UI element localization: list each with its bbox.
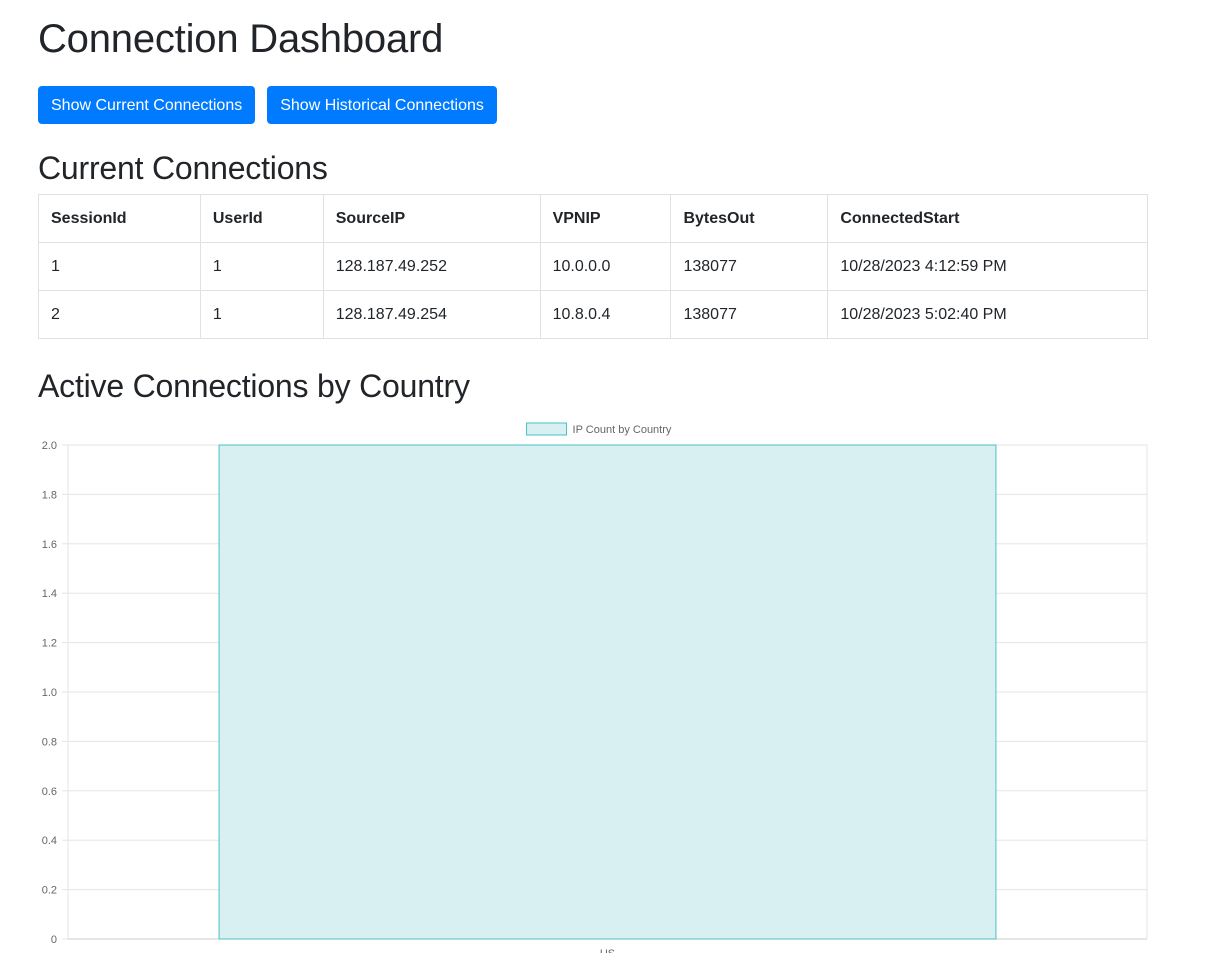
cell-bytesout: 138077 [670,242,829,291]
column-header-connectedstart: ConnectedStart [827,194,1148,243]
cell-sessionid: 2 [38,290,201,339]
cell-vpnip: 10.8.0.4 [539,290,672,339]
current-connections-heading: Current Connections [38,150,328,186]
cell-sourceip: 128.187.49.252 [322,242,541,291]
x-tick-label: US [600,948,615,953]
cell-sourceip: 128.187.49.254 [322,290,541,339]
legend-label: IP Count by Country [573,424,672,436]
column-header-bytesout: BytesOut [670,194,829,243]
cell-connectedstart: 10/28/2023 4:12:59 PM [827,242,1148,291]
bar-us [218,444,997,940]
current-connections-table: SessionId UserId SourceIP VPNIP BytesOut… [38,194,1148,339]
y-tick-label: 1.6 [42,539,57,551]
y-tick-label: 1.4 [42,588,57,600]
chart-canvas: 0 0.2 0.4 0.6 0.8 1.0 1.2 1.4 1.6 1.8 2.0 US IP Coun… [42,422,1148,953]
cell-sessionid: 1 [38,242,201,291]
y-tick-label: 0.2 [42,885,57,897]
cell-userid: 1 [199,242,324,291]
dashboard-page: Connection Dashboard Show Current Connec… [0,0,1213,953]
column-header-userid: UserId [199,194,324,243]
table-header-row: SessionId UserId SourceIP VPNIP BytesOut… [38,194,1148,243]
cell-userid: 1 [199,290,324,339]
cell-bytesout: 138077 [670,290,829,339]
y-tick-label: 0.8 [42,736,57,748]
column-header-vpnip: VPNIP [539,194,672,243]
table-row: 1 1 128.187.49.252 10.0.0.0 138077 10/28… [38,242,1148,291]
show-historical-connections-button[interactable]: Show Historical Connections [267,86,497,124]
y-tick-label: 0 [51,934,57,946]
view-toggle-buttons: Show Current Connections Show Historical… [38,86,497,124]
y-tick-label: 2.0 [42,440,57,452]
column-header-sessionid: SessionId [38,194,201,243]
legend-swatch [526,422,568,436]
show-current-connections-button[interactable]: Show Current Connections [38,86,256,124]
y-tick-label: 0.4 [42,835,57,847]
y-tick-label: 0.6 [42,786,57,798]
y-tick-label: 1.2 [42,638,57,650]
cell-connectedstart: 10/28/2023 5:02:40 PM [827,290,1148,339]
page-title: Connection Dashboard [38,17,444,61]
table-row: 2 1 128.187.49.254 10.8.0.4 138077 10/28… [38,290,1148,339]
column-header-sourceip: SourceIP [322,194,541,243]
country-bar-chart: 0 0.2 0.4 0.6 0.8 1.0 1.2 1.4 1.6 1.8 2.0 US IP Coun… [0,410,1213,953]
country-chart-heading: Active Connections by Country [38,368,470,404]
y-tick-label: 1.0 [42,687,57,699]
cell-vpnip: 10.0.0.0 [539,242,672,291]
y-tick-label: 1.8 [42,489,57,501]
